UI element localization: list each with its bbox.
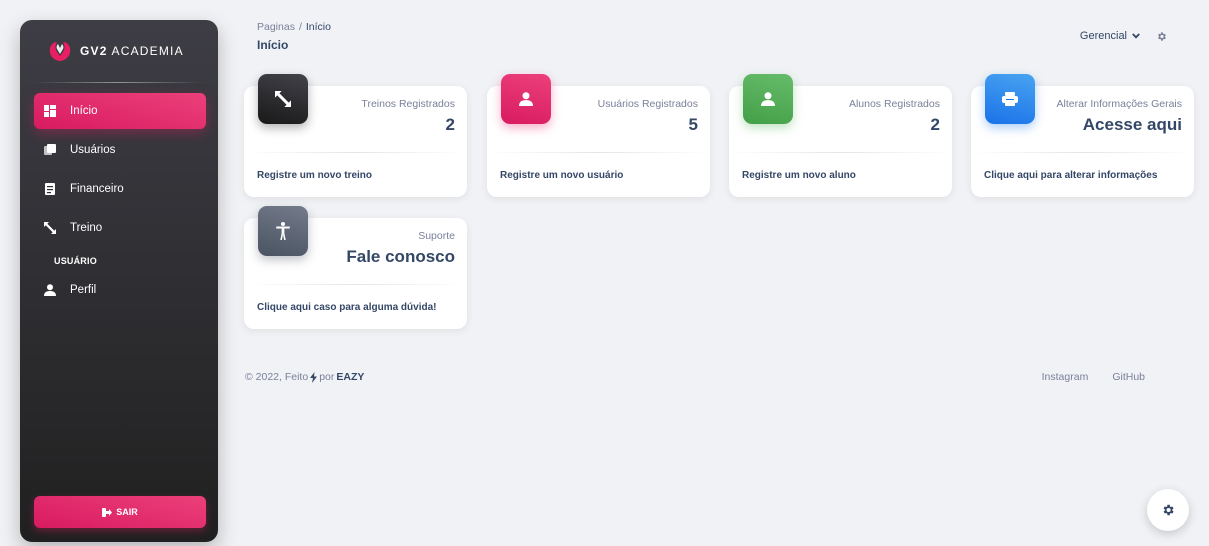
breadcrumb-separator: / (298, 21, 302, 33)
print-icon (1002, 92, 1018, 106)
chevron-down-icon (1132, 33, 1140, 39)
card-link[interactable]: Clique aqui caso para alguma dúvida! (257, 302, 437, 313)
breadcrumb-current: Início (305, 21, 331, 33)
sidebar-item-inicio[interactable]: Início (34, 93, 206, 129)
card-label: Alunos Registrados (848, 98, 940, 110)
gear-icon (1163, 504, 1174, 516)
card-label: Treinos Registrados (361, 98, 455, 110)
footer-prefix: © 2022, Feito (245, 371, 309, 383)
arrows-icon (275, 91, 291, 107)
card-suporte: Suporte Fale conosco Clique aqui caso pa… (244, 206, 467, 329)
arrows-icon (44, 222, 56, 234)
person-icon (44, 284, 56, 296)
gear-icon[interactable] (1156, 31, 1167, 42)
card-divider (729, 152, 952, 153)
card-value: 2 (445, 115, 455, 134)
footer-link-instagram[interactable]: Instagram (1042, 371, 1089, 383)
receipt-icon (44, 183, 56, 195)
sidebar-item-label: Financeiro (70, 183, 124, 195)
footer-by: por (319, 371, 335, 383)
users-icon (44, 144, 56, 156)
card-link[interactable]: Clique aqui para alterar informações (984, 170, 1157, 181)
user-icon (519, 92, 533, 106)
breadcrumb: Paginas / Início (257, 21, 331, 33)
card-usuarios: Usuários Registrados 5 Registre um novo … (487, 74, 710, 197)
logout-button[interactable]: SAIR (34, 496, 206, 528)
accessibility-icon (276, 222, 290, 240)
brand[interactable]: GV2 ACADEMIA (20, 20, 218, 82)
sidebar-section-usuario: USUÁRIO (54, 256, 97, 266)
card-link[interactable]: Registre um novo usuário (500, 170, 623, 181)
gerencial-dropdown[interactable]: Gerencial (1080, 30, 1140, 42)
card-divider (244, 152, 467, 153)
card-icon-box (258, 74, 308, 124)
sidebar-item-label: Perfil (70, 284, 97, 296)
card-value: Acesse aqui (1082, 115, 1182, 134)
card-link[interactable]: Registre um novo treino (257, 170, 372, 181)
card-divider (487, 152, 710, 153)
bolt-icon (310, 371, 318, 383)
logout-label: SAIR (116, 507, 138, 517)
card-treinos: Treinos Registrados 2 Registre um novo t… (244, 74, 467, 197)
card-informacoes: Alterar Informações Gerais Acesse aqui C… (971, 74, 1194, 197)
dropdown-label: Gerencial (1079, 30, 1127, 42)
sidebar-nav: Início Usuários Financeiro Treino USUÁRI… (20, 83, 218, 308)
sign-out-icon (102, 507, 113, 517)
sidebar-item-label: Treino (70, 222, 103, 234)
sidebar-item-usuarios[interactable]: Usuários (34, 132, 206, 168)
dashboard-icon (44, 105, 56, 117)
sidebar-item-label: Início (70, 105, 98, 117)
card-link[interactable]: Registre um novo aluno (742, 170, 856, 181)
card-alunos: Alunos Registrados 2 Registre um novo al… (729, 74, 952, 197)
sidebar-item-perfil[interactable]: Perfil (34, 272, 206, 308)
footer-copyright: © 2022, Feito por EAZY (245, 371, 364, 383)
sidebar-item-label: Usuários (70, 144, 116, 156)
card-label: Usuários Registrados (597, 98, 698, 110)
card-label: Alterar Informações Gerais (1056, 98, 1182, 110)
card-label: Suporte (418, 230, 455, 242)
user-icon (761, 92, 775, 106)
sidebar-item-financeiro[interactable]: Financeiro (34, 171, 206, 207)
footer-author[interactable]: EAZY (336, 371, 364, 383)
card-icon-box (985, 74, 1035, 124)
breadcrumb-root[interactable]: Paginas (257, 21, 295, 33)
brand-logo-icon (49, 42, 71, 61)
settings-fab-button[interactable] (1147, 489, 1189, 531)
footer-links: Instagram GitHub (1042, 371, 1145, 383)
page-title: Início (257, 38, 289, 52)
card-icon-box (501, 74, 551, 124)
card-divider (244, 284, 467, 285)
sidebar: GV2 ACADEMIA Início Usuários Financeiro (20, 20, 218, 542)
card-divider (971, 152, 1194, 153)
brand-name: GV2 ACADEMIA (80, 44, 184, 58)
card-icon-box (743, 74, 793, 124)
card-value: 5 (688, 115, 698, 134)
card-icon-box (258, 206, 308, 256)
card-value: 2 (930, 115, 940, 134)
footer-link-github[interactable]: GitHub (1112, 371, 1145, 383)
card-value: Fale conosco (346, 247, 455, 266)
topnav-actions: Gerencial (1080, 30, 1167, 42)
sidebar-item-treino[interactable]: Treino (34, 210, 206, 246)
